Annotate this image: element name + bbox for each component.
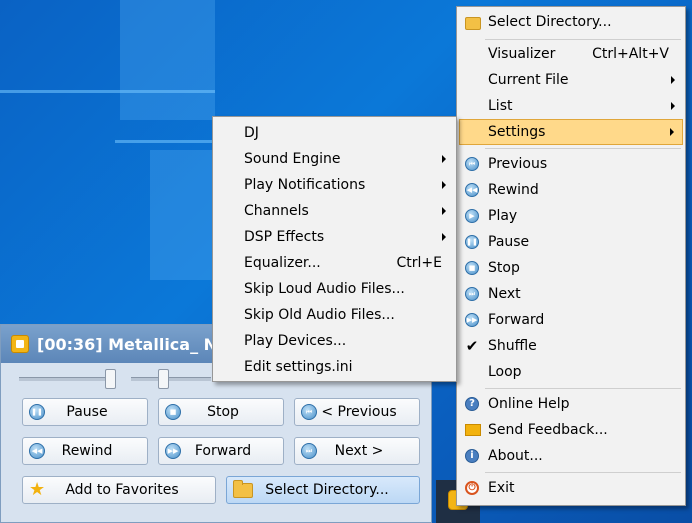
- menu-separator: [485, 388, 681, 389]
- menu-item-current-file[interactable]: Current File: [459, 67, 683, 93]
- submenu-arrow-icon: [442, 181, 446, 189]
- exit-icon: ⏻: [465, 481, 479, 495]
- app-icon: [11, 335, 29, 353]
- submenu-arrow-icon: [671, 102, 675, 110]
- menu-item-pause[interactable]: ❚❚ Pause: [459, 229, 683, 255]
- play-icon: ▶: [465, 209, 479, 223]
- folder-icon: [465, 17, 481, 30]
- submenu-item-play-notifications[interactable]: Play Notifications: [215, 172, 454, 198]
- menu-item-play[interactable]: ▶ Play: [459, 203, 683, 229]
- menu-separator: [485, 472, 681, 473]
- volume-slider-thumb[interactable]: [158, 369, 169, 389]
- star-icon: ★: [29, 479, 46, 500]
- rewind-icon: ◀◀: [465, 183, 479, 197]
- forward-icon: ▶▶: [465, 313, 479, 327]
- menu-item-select-directory[interactable]: Select Directory...: [459, 9, 683, 35]
- menu-item-forward[interactable]: ▶▶ Forward: [459, 307, 683, 333]
- rewind-button[interactable]: ◀◀ Rewind: [22, 437, 148, 465]
- menu-item-online-help[interactable]: ? Online Help: [459, 391, 683, 417]
- menu-item-shuffle[interactable]: ✔ Shuffle: [459, 333, 683, 359]
- submenu-item-dj[interactable]: DJ: [215, 120, 454, 146]
- menu-item-exit[interactable]: ⏻ Exit: [459, 475, 683, 501]
- submenu-item-play-devices[interactable]: Play Devices...: [215, 328, 454, 354]
- previous-icon: ⏮: [301, 404, 317, 420]
- submenu-arrow-icon: [442, 207, 446, 215]
- forward-button[interactable]: ▶▶ Forward: [158, 437, 284, 465]
- menu-item-settings[interactable]: Settings: [459, 119, 683, 145]
- submenu-item-edit-settings[interactable]: Edit settings.ini: [215, 354, 454, 380]
- menu-item-loop[interactable]: Loop: [459, 359, 683, 385]
- submenu-item-channels[interactable]: Channels: [215, 198, 454, 224]
- next-icon: ⏭: [465, 287, 479, 301]
- submenu-arrow-icon: [442, 155, 446, 163]
- volume-slider[interactable]: [131, 377, 211, 381]
- previous-button[interactable]: ⏮ < Previous: [294, 398, 420, 426]
- menu-item-list[interactable]: List: [459, 93, 683, 119]
- help-icon: ?: [465, 397, 479, 411]
- next-button[interactable]: ⏭ Next >: [294, 437, 420, 465]
- stop-icon: ■: [465, 261, 479, 275]
- menu-item-previous[interactable]: ⏮ Previous: [459, 151, 683, 177]
- menu-item-send-feedback[interactable]: Send Feedback...: [459, 417, 683, 443]
- checkmark-icon: ✔: [465, 337, 479, 355]
- position-slider[interactable]: [19, 377, 113, 381]
- forward-icon: ▶▶: [165, 443, 181, 459]
- pause-icon: ❚❚: [29, 404, 45, 420]
- submenu-item-dsp-effects[interactable]: DSP Effects: [215, 224, 454, 250]
- settings-submenu: DJ Sound Engine Play Notifications Chann…: [212, 116, 457, 382]
- submenu-arrow-icon: [442, 233, 446, 241]
- next-icon: ⏭: [301, 443, 317, 459]
- stop-icon: ■: [165, 404, 181, 420]
- menu-item-next[interactable]: ⏭ Next: [459, 281, 683, 307]
- pause-button[interactable]: ❚❚ Pause: [22, 398, 148, 426]
- rewind-icon: ◀◀: [29, 443, 45, 459]
- menu-item-stop[interactable]: ■ Stop: [459, 255, 683, 281]
- submenu-item-sound-engine[interactable]: Sound Engine: [215, 146, 454, 172]
- main-context-menu: Select Directory... Visualizer Ctrl+Alt+…: [456, 6, 686, 506]
- add-to-favorites-button[interactable]: ★ Add to Favorites: [22, 476, 216, 504]
- pause-icon: ❚❚: [465, 235, 479, 249]
- previous-icon: ⏮: [465, 157, 479, 171]
- select-directory-button[interactable]: Select Directory...: [226, 476, 420, 504]
- menu-item-visualizer[interactable]: Visualizer Ctrl+Alt+V: [459, 41, 683, 67]
- submenu-arrow-icon: [671, 76, 675, 84]
- info-icon: i: [465, 449, 479, 463]
- menu-item-about[interactable]: i About...: [459, 443, 683, 469]
- feedback-icon: [465, 424, 481, 436]
- submenu-item-equalizer[interactable]: Equalizer... Ctrl+E: [215, 250, 454, 276]
- menu-separator: [485, 148, 681, 149]
- menu-separator: [485, 39, 681, 40]
- submenu-arrow-icon: [670, 128, 674, 136]
- submenu-item-skip-old[interactable]: Skip Old Audio Files...: [215, 302, 454, 328]
- folder-icon: [233, 479, 253, 498]
- submenu-item-skip-loud[interactable]: Skip Loud Audio Files...: [215, 276, 454, 302]
- player-title: [00:36] Metallica_ No: [37, 334, 229, 354]
- menu-item-rewind[interactable]: ◀◀ Rewind: [459, 177, 683, 203]
- position-slider-thumb[interactable]: [105, 369, 116, 389]
- stop-button[interactable]: ■ Stop: [158, 398, 284, 426]
